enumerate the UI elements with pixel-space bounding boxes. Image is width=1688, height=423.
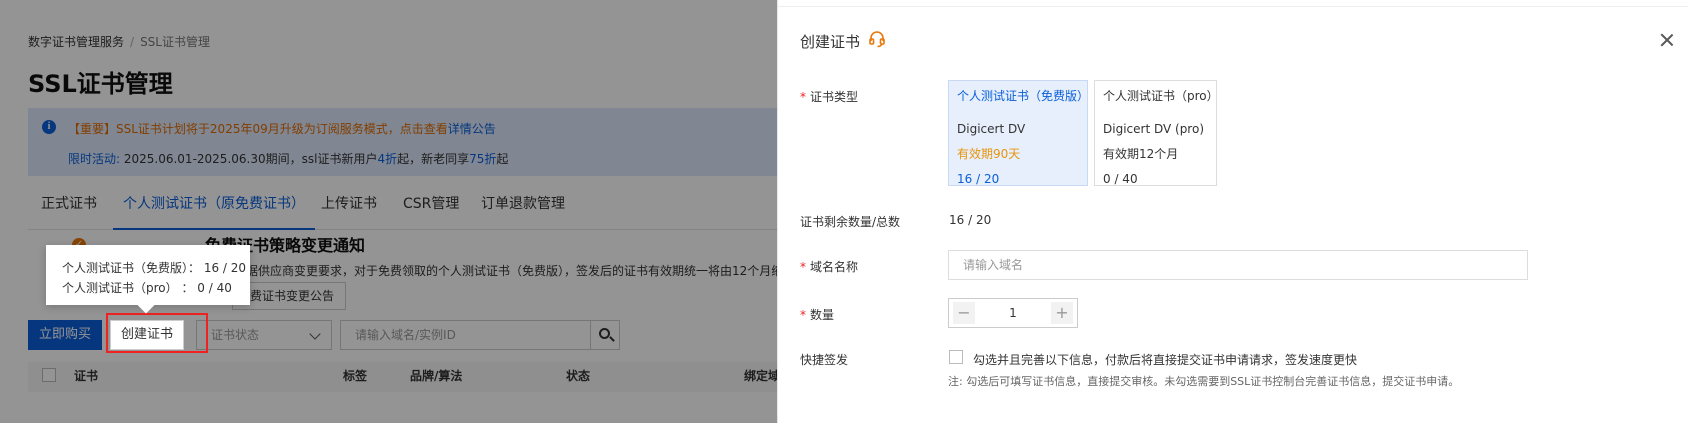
label-domain: * 域名名称: [800, 258, 858, 275]
drawer-title: 创建证书: [800, 33, 861, 51]
option-pro-validity: 有效期12个月: [1103, 147, 1179, 161]
modal-overlay[interactable]: [0, 0, 777, 423]
create-cert-button-highlighted[interactable]: 创建证书: [110, 320, 184, 350]
required-mark: *: [800, 308, 806, 322]
option-free-cert[interactable]: 个人测试证书（免费版） Digicert DV 有效期90天 16 / 20: [948, 80, 1090, 186]
decrement-button[interactable]: −: [953, 302, 975, 324]
quick-issue-checkbox[interactable]: [949, 350, 963, 364]
create-cert-drawer: 创建证书 * 证书类型 个人测试证书（免费版） Digicert DV 有效期90…: [777, 0, 1688, 423]
required-mark: *: [800, 260, 806, 274]
quota-tooltip: 个人测试证书（免费版）： 16 / 20 个人测试证书（pro） ： 0 / 4…: [46, 245, 250, 305]
increment-button[interactable]: +: [1051, 302, 1073, 324]
tooltip-pro-quota: 个人测试证书（pro） ： 0 / 40: [62, 281, 232, 295]
remaining-value: 16 / 20: [949, 213, 992, 227]
label-domain-text: 域名名称: [810, 260, 859, 274]
label-quantity: * 数量: [800, 306, 834, 323]
option-pro-count: 0 / 40: [1103, 172, 1138, 186]
option-free-brand: Digicert DV: [957, 122, 1026, 136]
option-free-title: 个人测试证书（免费版）: [957, 89, 1090, 103]
option-free-count: 16 / 20: [957, 172, 1000, 186]
tooltip-free-quota: 个人测试证书（免费版）： 16 / 20: [62, 261, 247, 275]
quantity-stepper: − 1 +: [948, 298, 1078, 328]
required-mark: *: [800, 90, 806, 104]
label-quantity-text: 数量: [810, 308, 835, 322]
label-cert-type-text: 证书类型: [810, 90, 859, 104]
option-pro-brand: Digicert DV (pro): [1103, 122, 1205, 136]
drawer-divider: [778, 6, 1688, 7]
domain-input[interactable]: 请输入域名: [948, 250, 1528, 280]
option-free-validity: 有效期90天: [957, 147, 1021, 161]
quantity-value[interactable]: 1: [979, 299, 1047, 327]
label-cert-type: * 证书类型: [800, 88, 858, 105]
close-icon[interactable]: [1660, 33, 1674, 47]
option-pro-title: 个人测试证书（pro）: [1103, 89, 1219, 103]
quick-issue-text: 勾选并且完善以下信息，付款后将直接提交证书申请请求，签发速度更快: [973, 353, 1358, 367]
label-quick-issue: 快捷签发: [800, 353, 849, 367]
option-pro-cert[interactable]: 个人测试证书（pro） Digicert DV (pro) 有效期12个月 0 …: [1094, 80, 1219, 186]
headset-icon[interactable]: [868, 30, 886, 48]
label-remaining: 证书剩余数量/总数: [800, 215, 901, 229]
quick-issue-note: 注: 勾选后可填写证书信息，直接提交审核。未勾选需要到SSL证书控制台完善证书信…: [948, 375, 1460, 388]
